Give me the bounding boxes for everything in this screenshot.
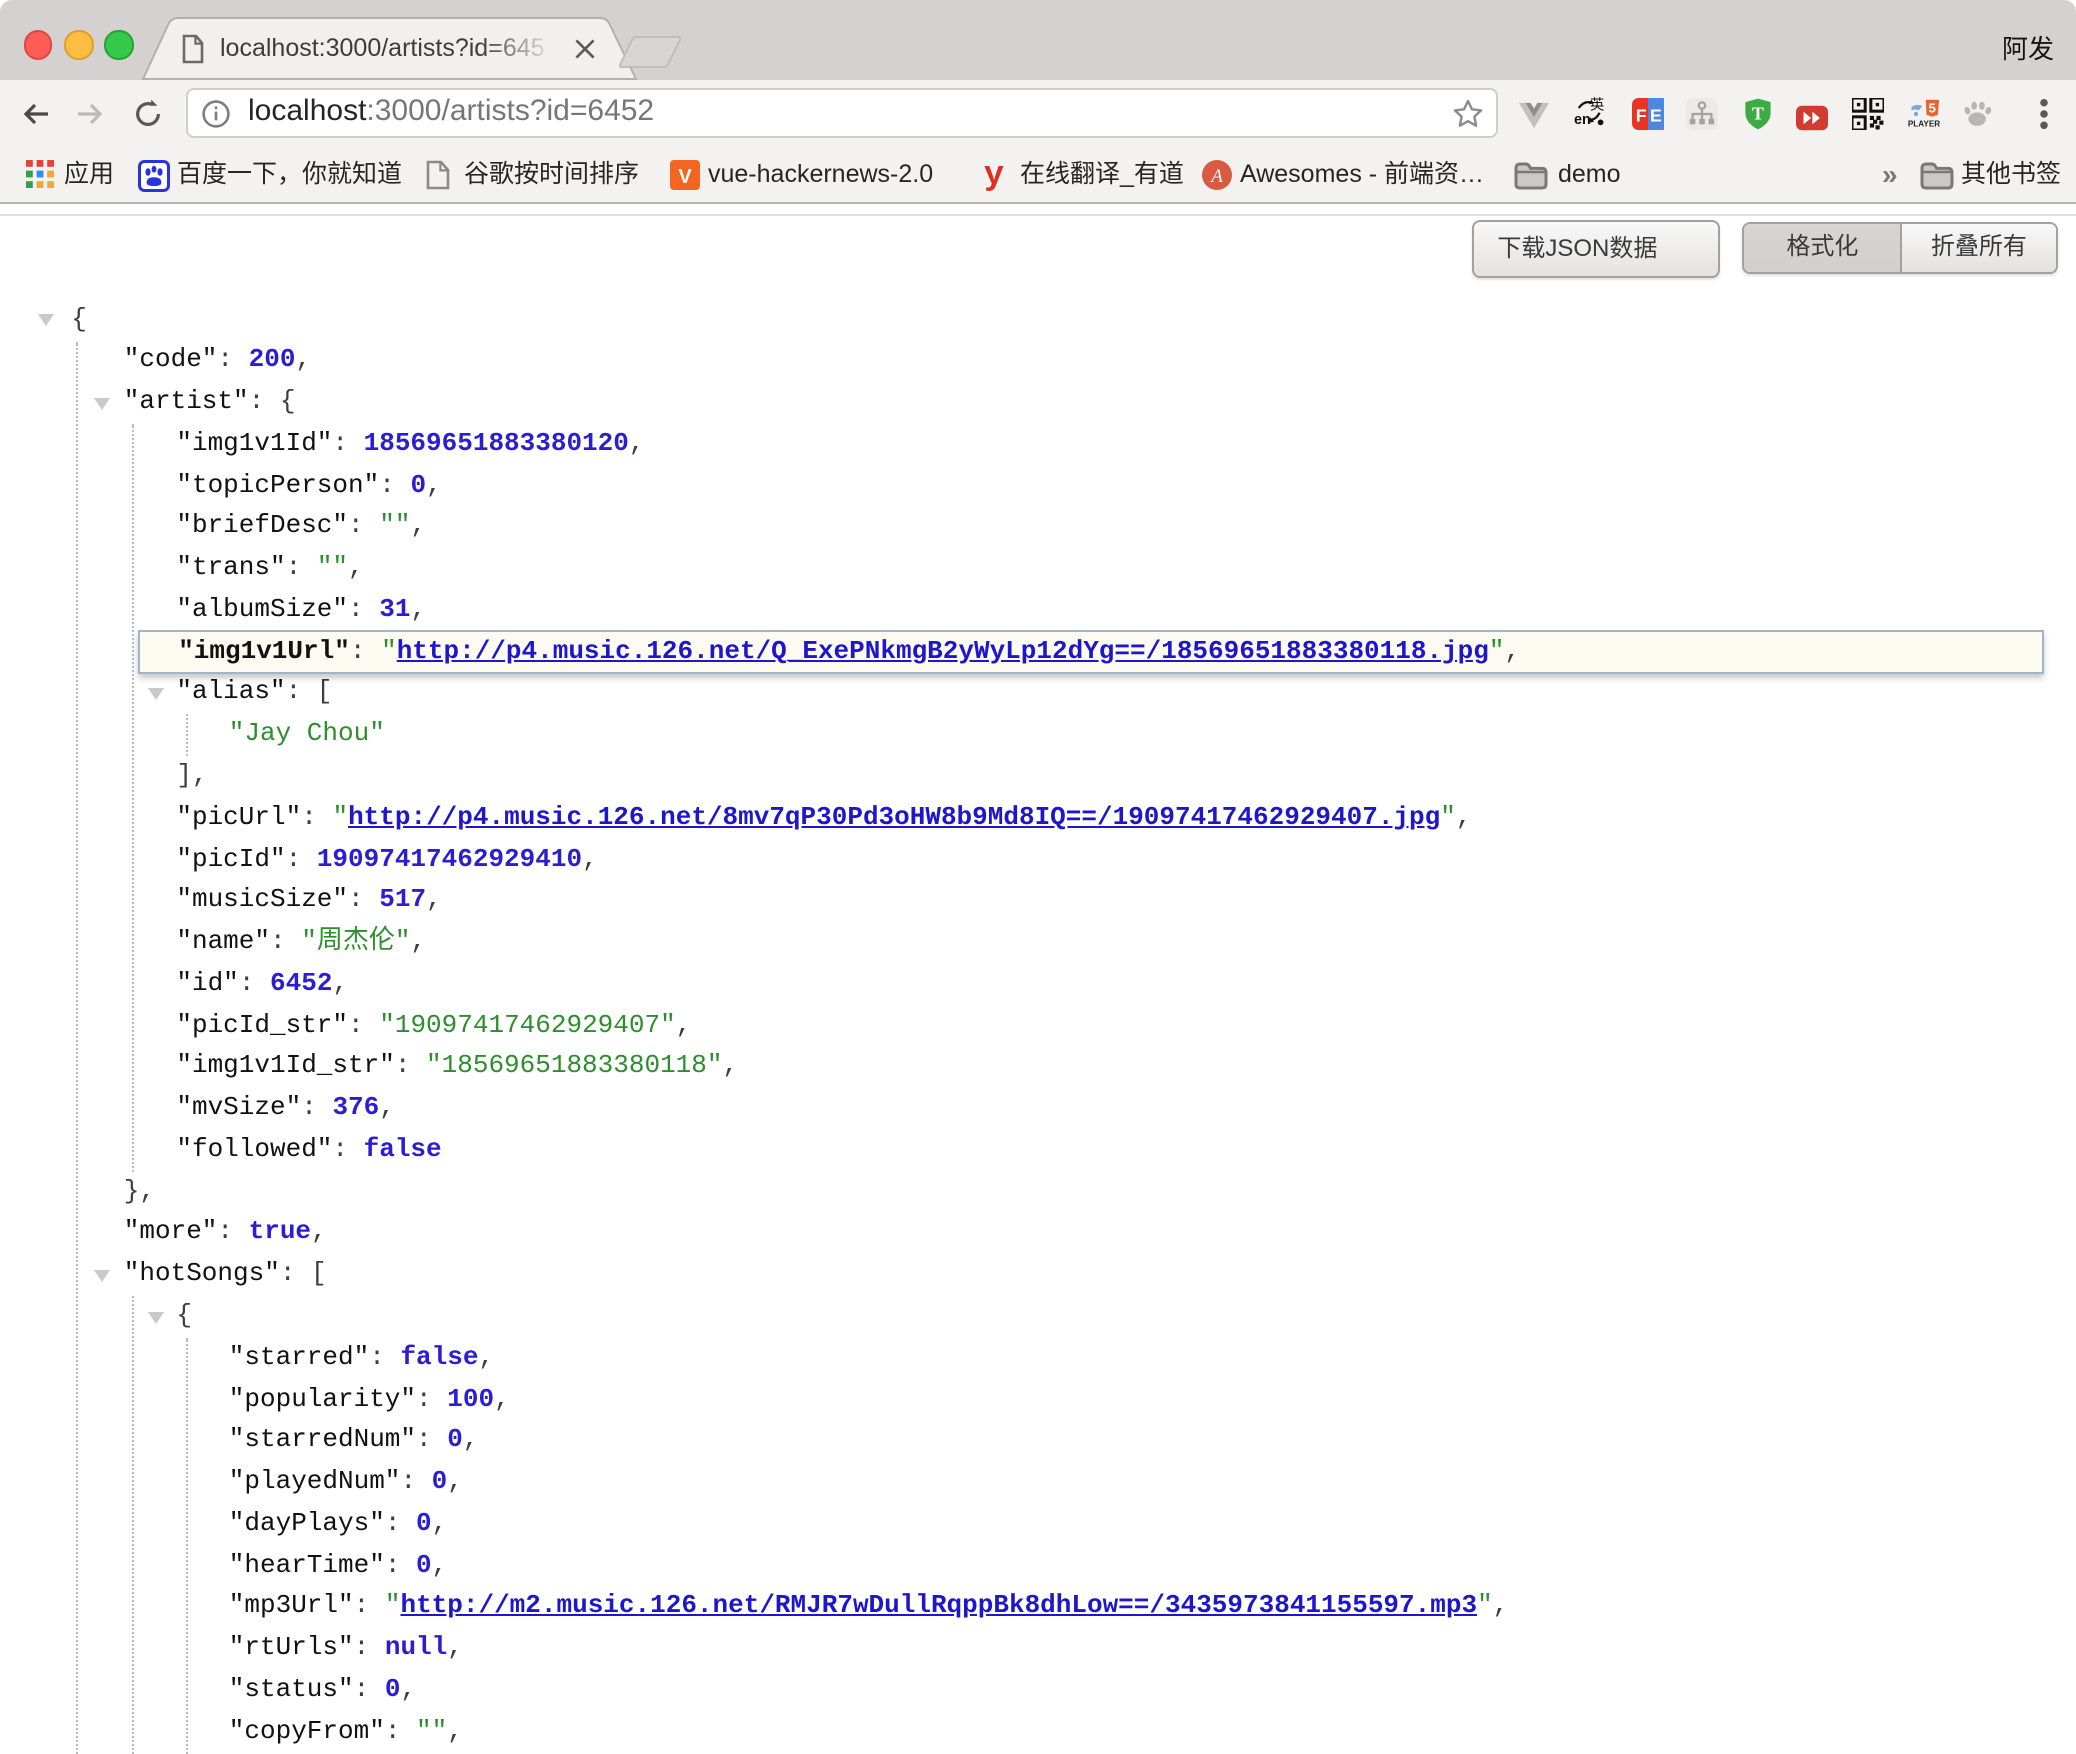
- svg-text:F: F: [1636, 105, 1647, 125]
- svg-text:T: T: [1752, 103, 1764, 123]
- svg-text:A: A: [1209, 166, 1223, 187]
- svg-text:PLAYER: PLAYER: [1908, 119, 1940, 128]
- svg-text:英: 英: [1590, 95, 1604, 113]
- svg-text:5: 5: [1928, 101, 1936, 116]
- svg-text:en: en: [1574, 111, 1591, 127]
- svg-text:y: y: [984, 157, 1004, 191]
- svg-text:V: V: [678, 166, 692, 188]
- svg-text:E: E: [1650, 105, 1662, 125]
